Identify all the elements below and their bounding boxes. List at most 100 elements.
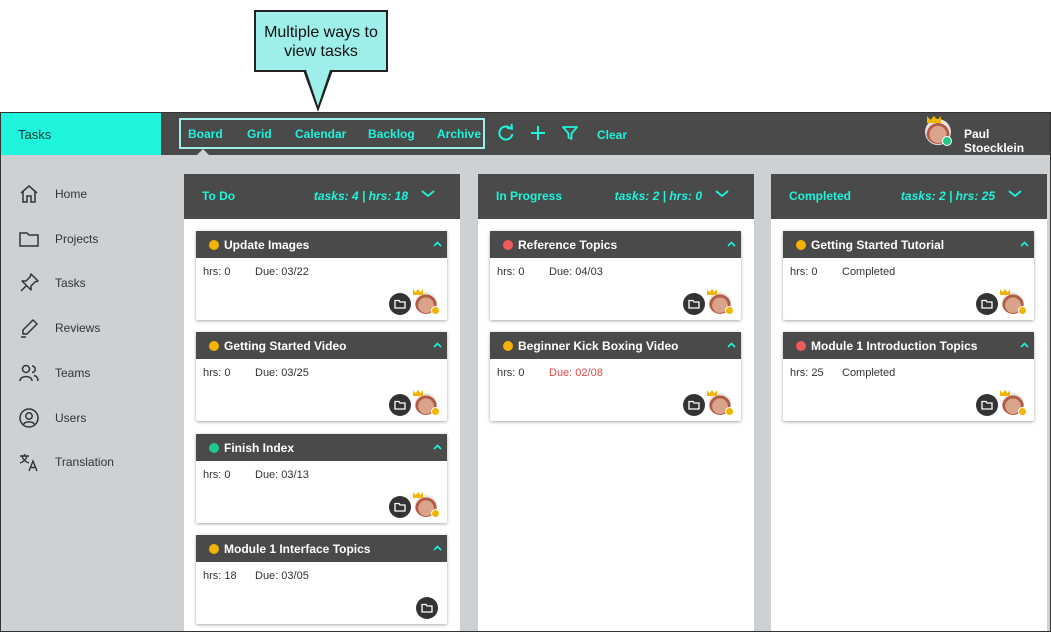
folder-icon [394, 400, 406, 410]
chevron-up-icon[interactable] [433, 444, 442, 450]
crown-icon [707, 390, 717, 396]
project-folder-button[interactable] [389, 293, 411, 315]
crown-icon [707, 289, 717, 295]
chevron-up-icon[interactable] [433, 545, 442, 551]
callout-line-2: view tasks [284, 43, 358, 60]
plus-icon[interactable] [528, 123, 548, 143]
chevron-down-icon[interactable] [1008, 190, 1022, 198]
board-column-todo: To Do tasks: 4 | hrs: 18 Update Images h… [184, 174, 460, 631]
tab-backlog[interactable]: Backlog [368, 127, 415, 141]
column-stats: tasks: 4 | hrs: 18 [313, 189, 408, 203]
crown-icon [1000, 289, 1010, 295]
task-hours: hrs: 0 [790, 266, 818, 278]
column-stats: tasks: 2 | hrs: 0 [614, 189, 702, 203]
priority-dot [209, 544, 219, 554]
project-folder-button[interactable] [683, 394, 705, 416]
tab-board[interactable]: Board [188, 127, 223, 141]
sidebar-item-label: Translation [55, 455, 114, 469]
task-card[interactable]: Getting Started Tutorial hrs: 0 Complete… [783, 231, 1034, 320]
chevron-up-icon[interactable] [727, 241, 736, 247]
project-folder-button[interactable] [976, 293, 998, 315]
refresh-icon[interactable] [496, 123, 516, 143]
task-card[interactable]: Update Images hrs: 0 Due: 03/22 [196, 231, 447, 320]
column-stats: tasks: 2 | hrs: 25 [900, 189, 995, 203]
sidebar-item-translation[interactable]: Translation [1, 445, 161, 481]
pin-icon [20, 273, 39, 292]
task-card-header[interactable]: Finish Index [196, 434, 447, 461]
folder-icon [421, 603, 433, 613]
chevron-up-icon[interactable] [433, 241, 442, 247]
task-card[interactable]: Finish Index hrs: 0 Due: 03/13 [196, 434, 447, 523]
chevron-up-icon[interactable] [1020, 241, 1029, 247]
project-folder-button[interactable] [976, 394, 998, 416]
task-card[interactable]: Reference Topics hrs: 0 Due: 04/03 [490, 231, 741, 320]
crown-icon [413, 390, 423, 396]
task-card[interactable]: Getting Started Video hrs: 0 Due: 03/25 [196, 332, 447, 421]
chevron-down-icon[interactable] [715, 190, 729, 198]
crown-icon [413, 289, 423, 295]
sidebar: Home Projects Tasks Reviews Teams Users … [1, 155, 161, 631]
project-folder-button[interactable] [416, 597, 438, 619]
user-name[interactable]: Paul Stoecklein [964, 127, 1050, 155]
task-card-header[interactable]: Getting Started Tutorial [783, 231, 1034, 258]
task-card[interactable]: Beginner Kick Boxing Video hrs: 0 Due: 0… [490, 332, 741, 421]
column-header: To Do tasks: 4 | hrs: 18 [184, 174, 460, 219]
task-title: Reference Topics [518, 238, 618, 252]
project-folder-button[interactable] [389, 394, 411, 416]
sidebar-item-label: Projects [55, 232, 99, 246]
crown-icon [413, 492, 423, 498]
tab-grid[interactable]: Grid [247, 127, 272, 141]
task-card-header[interactable]: Update Images [196, 231, 447, 258]
online-status-dot [942, 136, 952, 146]
sidebar-item-users[interactable]: Users [1, 401, 161, 437]
sidebar-item-label: Users [55, 411, 87, 425]
project-folder-button[interactable] [389, 496, 411, 518]
home-icon [20, 185, 38, 203]
task-due: Due: 03/25 [255, 367, 309, 379]
chevron-up-icon[interactable] [727, 342, 736, 348]
priority-dot [209, 341, 219, 351]
chevron-down-icon[interactable] [421, 190, 435, 198]
clear-filters-link[interactable]: Clear [597, 128, 627, 142]
folder-icon [394, 299, 406, 309]
task-hours: hrs: 0 [497, 367, 525, 379]
column-title: To Do [202, 189, 236, 203]
assignee-status-dot [1018, 306, 1027, 315]
sidebar-item-label: Tasks [55, 276, 86, 290]
sidebar-item-teams[interactable]: Teams [1, 356, 161, 392]
task-card-header[interactable]: Reference Topics [490, 231, 741, 258]
folder-icon [19, 232, 39, 247]
assignee-status-dot [431, 306, 440, 315]
board-column-in-progress: In Progress tasks: 2 | hrs: 0 Reference … [478, 174, 754, 631]
project-folder-button[interactable] [683, 293, 705, 315]
task-hours: hrs: 0 [203, 266, 231, 278]
chevron-up-icon[interactable] [433, 342, 442, 348]
assignee-status-dot [725, 306, 734, 315]
task-card[interactable]: Module 1 Interface Topics hrs: 18 Due: 0… [196, 535, 447, 624]
sidebar-item-tasks[interactable]: Tasks [1, 266, 161, 302]
task-status: Completed [842, 367, 896, 379]
task-card[interactable]: Module 1 Introduction Topics hrs: 25 Com… [783, 332, 1034, 421]
column-title: Completed [789, 189, 852, 203]
task-hours: hrs: 25 [790, 367, 824, 379]
task-card-header[interactable]: Module 1 Introduction Topics [783, 332, 1034, 359]
chevron-up-icon[interactable] [1020, 342, 1029, 348]
tab-calendar[interactable]: Calendar [295, 127, 346, 141]
column-header: Completed tasks: 2 | hrs: 25 [771, 174, 1047, 219]
task-card-header[interactable]: Beginner Kick Boxing Video [490, 332, 741, 359]
crown-icon [927, 116, 941, 123]
task-title: Getting Started Tutorial [811, 238, 945, 252]
priority-dot [796, 240, 806, 250]
sidebar-item-projects[interactable]: Projects [1, 222, 161, 258]
tasks-app: Tasks Board Grid Calendar Backlog Archiv… [0, 112, 1051, 632]
crown-icon [1000, 390, 1010, 396]
task-card-header[interactable]: Getting Started Video [196, 332, 447, 359]
filter-icon[interactable] [560, 123, 580, 143]
tab-archive[interactable]: Archive [437, 127, 481, 141]
task-card-header[interactable]: Module 1 Interface Topics [196, 535, 447, 562]
sidebar-item-label: Teams [55, 366, 91, 380]
active-tab-indicator [197, 149, 209, 155]
task-hours: hrs: 18 [203, 570, 237, 582]
sidebar-item-reviews[interactable]: Reviews [1, 311, 161, 347]
sidebar-item-home[interactable]: Home [1, 177, 161, 213]
